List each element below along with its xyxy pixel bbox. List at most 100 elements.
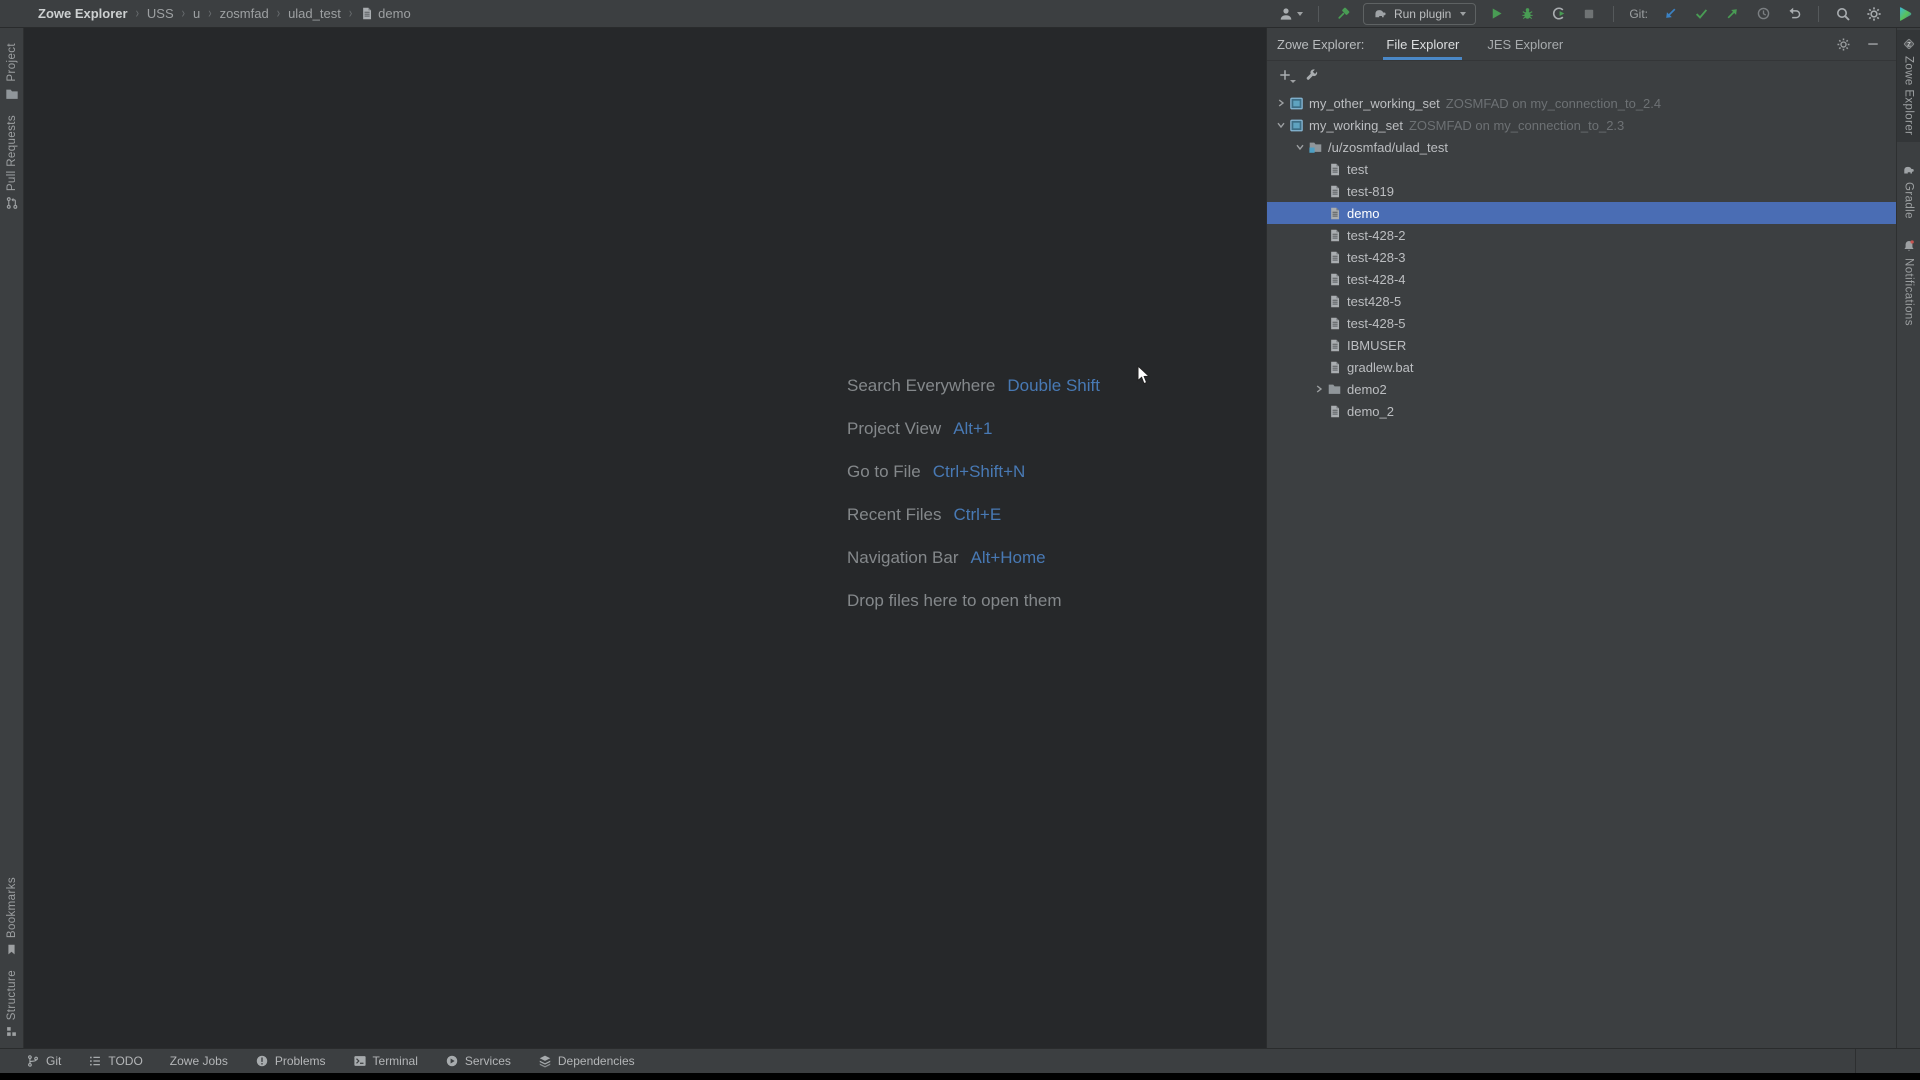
sidebar-item-bookmarks[interactable]: Bookmarks: [0, 870, 23, 963]
run-button[interactable]: [1485, 3, 1507, 25]
git-branch-icon: [26, 1054, 40, 1068]
folder-mask-icon: [1307, 140, 1324, 154]
tree-node-label[interactable]: my_other_working_set: [1309, 96, 1440, 111]
breadcrumb-item[interactable]: zosmfad: [220, 6, 269, 21]
tree-row[interactable]: test-428-4: [1267, 268, 1896, 290]
tree-node-label[interactable]: test-428-4: [1347, 272, 1406, 287]
statusbar-item-zowe-jobs[interactable]: Zowe Jobs: [170, 1054, 228, 1068]
statusbar-item-problems[interactable]: Problems: [255, 1054, 326, 1068]
git-push-button[interactable]: [1721, 3, 1743, 25]
tree-node-label[interactable]: /u/zosmfad/ulad_test: [1328, 140, 1448, 155]
settings-button[interactable]: [1863, 3, 1885, 25]
git-update-button[interactable]: [1659, 3, 1681, 25]
profiler-button[interactable]: [1547, 3, 1569, 25]
tree-row[interactable]: demo: [1267, 202, 1896, 224]
tree-row[interactable]: gradlew.bat: [1267, 356, 1896, 378]
chevron-down-icon: [1290, 80, 1296, 83]
tab-jes-explorer[interactable]: JES Explorer: [1487, 28, 1563, 60]
breadcrumb-item[interactable]: demo: [360, 6, 411, 21]
file-icon: [1326, 162, 1343, 177]
sidebar-item-structure[interactable]: Structure: [0, 963, 23, 1048]
zowe-icon: Z: [1902, 37, 1916, 51]
run-configuration-select[interactable]: Run plugin: [1363, 3, 1476, 25]
user-profile-button[interactable]: [1276, 3, 1305, 25]
gradle-elephant-icon: [1902, 163, 1916, 177]
debug-button[interactable]: [1516, 3, 1538, 25]
statusbar-item-dependencies[interactable]: Dependencies: [538, 1054, 635, 1068]
editor-area[interactable]: Search EverywhereDouble ShiftProject Vie…: [24, 28, 1266, 1048]
tree-row[interactable]: demo2: [1267, 378, 1896, 400]
hide-panel-icon[interactable]: [1866, 37, 1880, 51]
drop-files-hint: Drop files here to open them: [847, 579, 1100, 622]
statusbar-item-todo[interactable]: TODO: [88, 1054, 142, 1068]
breadcrumb-item[interactable]: u: [193, 6, 200, 21]
sidebar-item-gradle[interactable]: Gradle: [1897, 156, 1920, 226]
tree-row[interactable]: test428-5: [1267, 290, 1896, 312]
structure-stripe-label: Structure: [6, 970, 18, 1020]
chevron-right-icon[interactable]: [1311, 385, 1326, 393]
chevron-down-icon[interactable]: [1273, 121, 1288, 129]
statusbar-item-services[interactable]: Services: [445, 1054, 511, 1068]
settings-wrench-button[interactable]: [1305, 68, 1319, 82]
tab-file-explorer[interactable]: File Explorer: [1386, 28, 1459, 60]
search-everywhere-button[interactable]: [1832, 3, 1854, 25]
tree-row[interactable]: test-428-2: [1267, 224, 1896, 246]
project-stripe-label: Project: [6, 43, 18, 82]
tree-row[interactable]: test-428-3: [1267, 246, 1896, 268]
bottom-black-strip: [0, 1073, 1920, 1080]
tree-row[interactable]: test-428-5: [1267, 312, 1896, 334]
ide-updates-button[interactable]: [1894, 3, 1916, 25]
file-icon: [1326, 360, 1343, 375]
tree-node-label[interactable]: test-819: [1347, 184, 1394, 199]
rollback-button[interactable]: [1783, 3, 1805, 25]
panel-gear-icon[interactable]: [1836, 37, 1851, 52]
breadcrumb-item[interactable]: Zowe Explorer: [38, 6, 128, 21]
tree-row[interactable]: my_other_working_setZOSMFAD on my_connec…: [1267, 92, 1896, 114]
sidebar-item-pull-requests[interactable]: Pull Requests: [0, 108, 23, 217]
shortcut-hint-row: Project ViewAlt+1: [847, 407, 1100, 450]
tree-node-label[interactable]: test-428-3: [1347, 250, 1406, 265]
tree-row[interactable]: my_working_setZOSMFAD on my_connection_t…: [1267, 114, 1896, 136]
tree-node-label[interactable]: gradlew.bat: [1347, 360, 1414, 375]
breadcrumb-item[interactable]: ulad_test: [288, 6, 341, 21]
shortcut-hint-row: Search EverywhereDouble Shift: [847, 364, 1100, 407]
tree-node-label[interactable]: test-428-5: [1347, 316, 1406, 331]
stop-button[interactable]: [1578, 3, 1600, 25]
history-button[interactable]: [1752, 3, 1774, 25]
run-play-icon: [1489, 6, 1504, 21]
tree-node-label[interactable]: demo_2: [1347, 404, 1394, 419]
tree-row[interactable]: test: [1267, 158, 1896, 180]
statusbar-item-terminal[interactable]: Terminal: [353, 1054, 418, 1068]
sidebar-item-notifications[interactable]: Notifications: [1897, 232, 1920, 333]
build-button[interactable]: [1332, 3, 1354, 25]
toolbar-separator: [1613, 6, 1614, 22]
chevron-down-icon[interactable]: [1292, 143, 1307, 151]
statusbar-item-label: Terminal: [373, 1054, 418, 1068]
breadcrumb-separator-icon: ›: [182, 5, 185, 22]
add-profile-button[interactable]: [1278, 68, 1292, 82]
tree-row[interactable]: demo_2: [1267, 400, 1896, 422]
tree-node-label[interactable]: IBMUSER: [1347, 338, 1406, 353]
tree-node-label[interactable]: my_working_set: [1309, 118, 1403, 133]
tree-node-label[interactable]: test428-5: [1347, 294, 1401, 309]
sidebar-item-zowe-explorer[interactable]: Z Zowe Explorer: [1897, 30, 1920, 142]
run-configuration-label: Run plugin: [1394, 7, 1451, 21]
sidebar-item-project[interactable]: Project: [0, 36, 23, 108]
tree-node-label[interactable]: demo2: [1347, 382, 1387, 397]
working-set-icon: [1288, 118, 1305, 133]
bookmarks-stripe-label: Bookmarks: [6, 877, 18, 938]
tree-row[interactable]: test-819: [1267, 180, 1896, 202]
breadcrumb-item[interactable]: USS: [147, 6, 174, 21]
tree-node-label[interactable]: test-428-2: [1347, 228, 1406, 243]
tree-node-label[interactable]: test: [1347, 162, 1368, 177]
todo-icon: [88, 1054, 102, 1068]
tree-row[interactable]: IBMUSER: [1267, 334, 1896, 356]
git-commit-button[interactable]: [1690, 3, 1712, 25]
file-icon: [1326, 272, 1343, 287]
tool-window-toolbar: [1267, 61, 1896, 89]
statusbar-item-git[interactable]: Git: [26, 1054, 61, 1068]
tree-row[interactable]: /u/zosmfad/ulad_test: [1267, 136, 1896, 158]
working-set-icon: [1288, 96, 1305, 111]
tree-node-label[interactable]: demo: [1347, 206, 1380, 221]
chevron-right-icon[interactable]: [1273, 99, 1288, 107]
